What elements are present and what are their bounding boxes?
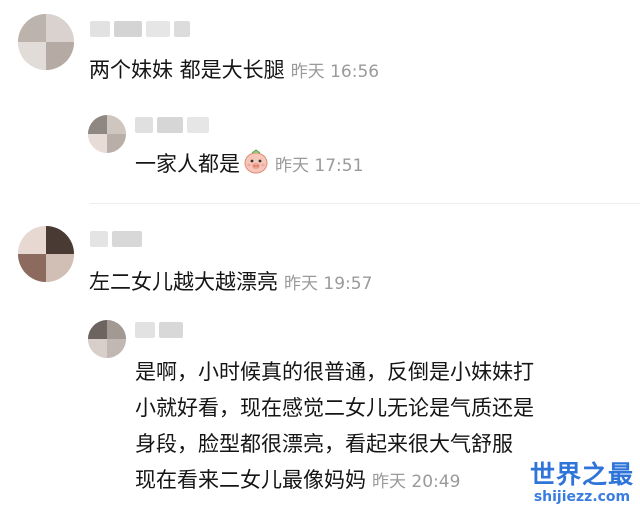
reply-line: 是啊，小时候真的很普通，反倒是小妹妹打	[135, 360, 534, 384]
avatar[interactable]	[88, 115, 126, 153]
comment-1: 两个妹妹 都是大长腿 昨天 16:56	[89, 57, 379, 85]
avatar[interactable]	[88, 320, 126, 358]
avatar-pixel	[46, 42, 74, 70]
watermark-url: shijiezz.com	[533, 489, 631, 505]
avatar-pixel	[107, 134, 126, 153]
username-blurred[interactable]	[135, 322, 183, 338]
comment-text: 两个妹妹 都是大长腿	[89, 58, 285, 82]
avatar-pixel	[107, 115, 126, 134]
watermark-title: 世界之最	[529, 460, 634, 489]
comment-text: 左二女儿越大越漂亮	[89, 270, 278, 294]
watermark: 世界之最 shijiezz.com	[530, 455, 634, 505]
username-blurred[interactable]	[90, 21, 190, 37]
avatar-pixel	[18, 254, 46, 282]
avatar-pixel	[107, 320, 126, 339]
comment-timestamp: 昨天 17:51	[275, 156, 364, 176]
avatar-pixel	[18, 226, 46, 254]
avatar[interactable]	[18, 14, 74, 70]
avatar-pixel	[18, 42, 46, 70]
avatar-pixel	[18, 14, 46, 42]
avatar-pixel	[88, 339, 107, 358]
avatar[interactable]	[18, 226, 74, 282]
avatar-pixel	[46, 226, 74, 254]
avatar-pixel	[88, 320, 107, 339]
username-blurred[interactable]	[90, 231, 142, 247]
reply-line: 现在看来二女儿最像妈妈	[135, 468, 366, 492]
comment-timestamp: 昨天 19:57	[284, 274, 373, 294]
avatar-pixel	[107, 339, 126, 358]
reply-line: 小就好看，现在感觉二女儿无论是气质还是	[135, 396, 534, 420]
avatar-pixel	[88, 115, 107, 134]
avatar-pixel	[46, 14, 74, 42]
comment-timestamp: 昨天 20:49	[372, 472, 461, 492]
comment-timestamp: 昨天 16:56	[290, 62, 380, 82]
username-blurred[interactable]	[135, 117, 209, 133]
reply-1: 一家人都是 昨天 17:51	[135, 149, 363, 181]
divider	[90, 203, 640, 204]
avatar-pixel	[88, 134, 107, 153]
avatar-pixel	[46, 254, 74, 282]
comment-2: 左二女儿越大越漂亮 昨天 19:57	[89, 269, 372, 297]
cute-pig-face-icon	[243, 149, 269, 181]
comment-text: 一家人都是	[135, 152, 240, 176]
